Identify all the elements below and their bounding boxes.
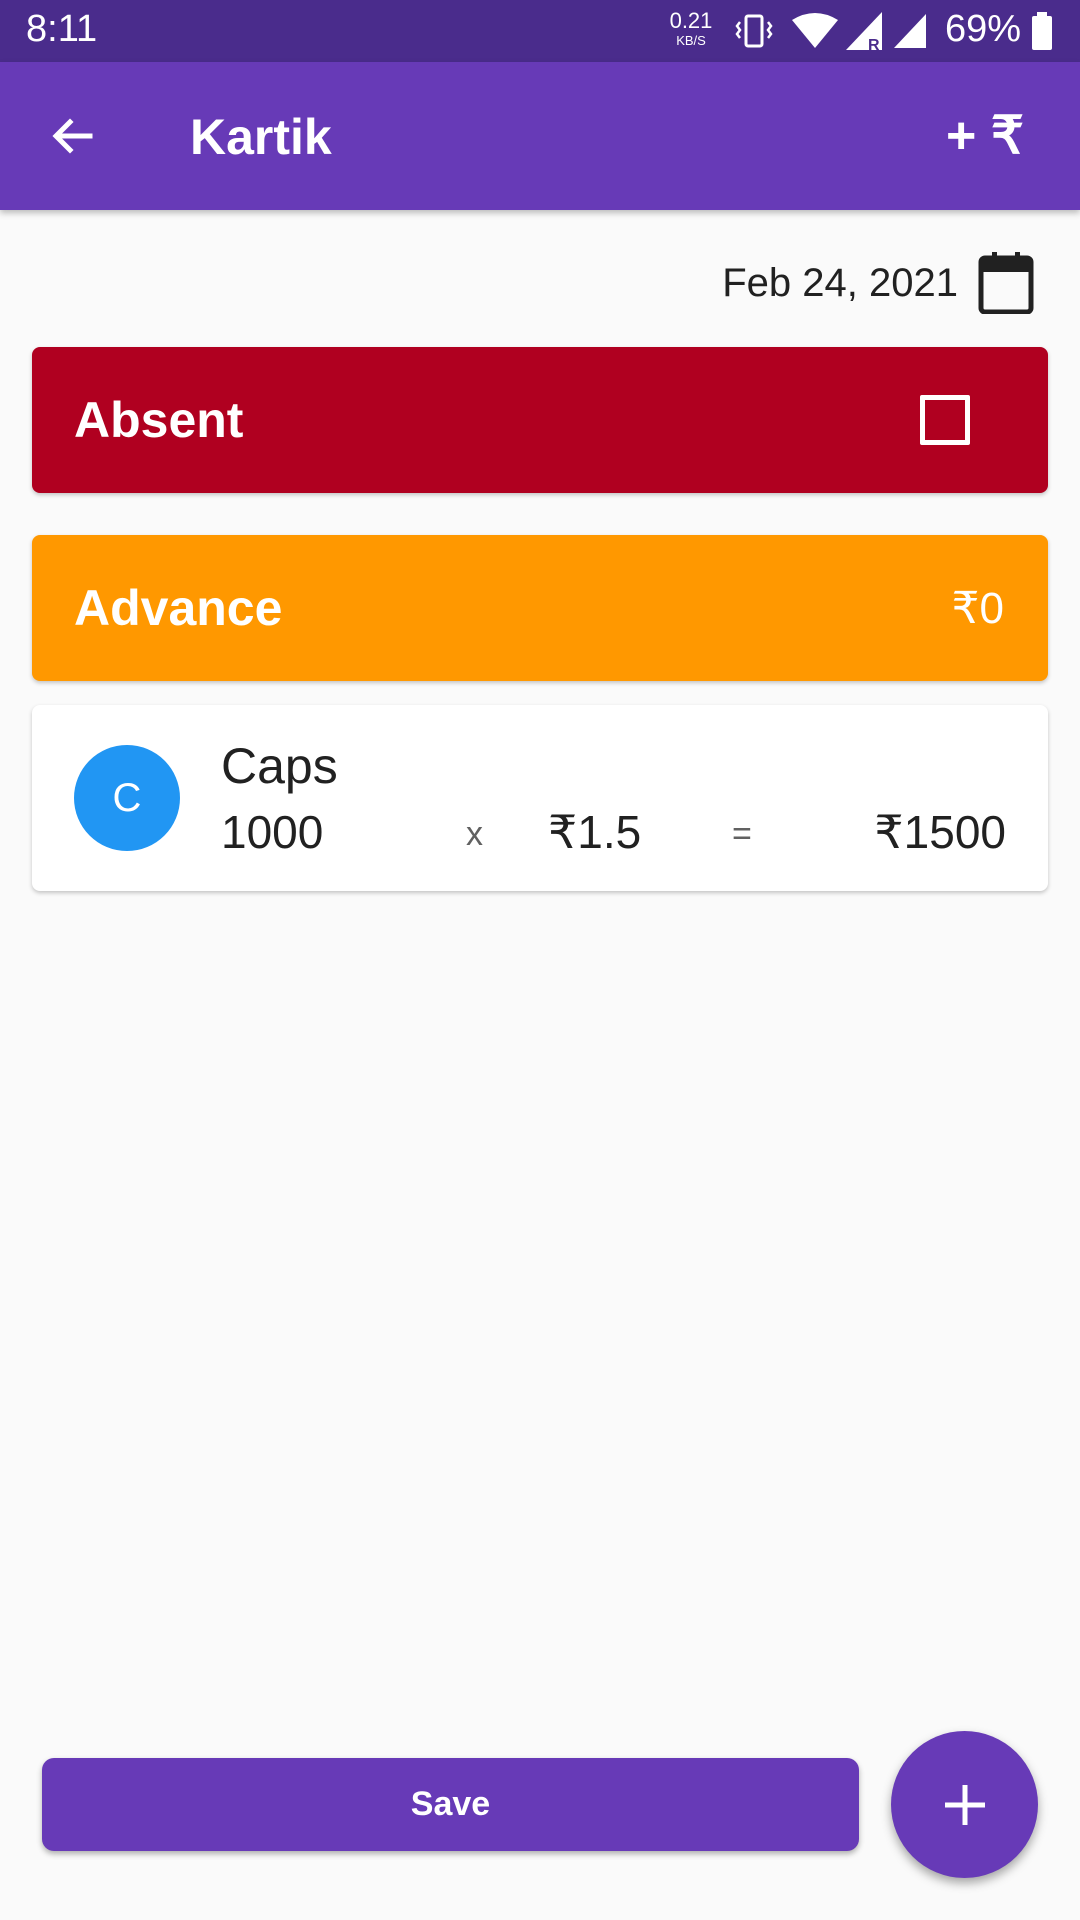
vibrate-icon <box>735 14 773 48</box>
avatar: C <box>74 745 180 851</box>
page-title: Kartik <box>190 109 332 165</box>
absent-card[interactable]: Absent <box>32 347 1048 493</box>
signal-icon <box>894 14 926 48</box>
absent-label: Absent <box>74 392 244 448</box>
status-bar: 8:11 0.21 KB/S R 69% <box>0 0 1080 62</box>
arrow-back-icon <box>52 118 93 154</box>
plus-icon <box>944 1784 985 1825</box>
calendar-icon[interactable] <box>978 252 1034 314</box>
advance-card[interactable]: Advance ₹0 <box>32 535 1048 681</box>
wifi-icon <box>792 13 838 48</box>
date-text: Feb 24, 2021 <box>722 260 958 305</box>
add-advance-button[interactable]: + ₹ <box>930 100 1040 172</box>
battery-icon <box>1032 12 1052 50</box>
advance-amount: ₹0 <box>951 584 1004 633</box>
add-advance-label: + ₹ <box>946 107 1024 165</box>
date-selector[interactable]: Feb 24, 2021 <box>722 250 1034 316</box>
item-rate: ₹1.5 <box>548 806 642 858</box>
net-speed-unit: KB/S <box>676 33 706 48</box>
item-total: ₹1500 <box>874 806 1006 858</box>
net-speed-value: 0.21 <box>669 8 713 33</box>
svg-text:R: R <box>868 37 880 52</box>
back-button[interactable] <box>36 100 108 172</box>
multiply-sign: x <box>466 815 483 853</box>
item-name: Caps <box>221 738 338 794</box>
avatar-letter: C <box>112 775 142 820</box>
app-bar: Kartik + ₹ <box>0 62 1080 210</box>
add-item-button[interactable] <box>891 1731 1038 1878</box>
equals-sign: = <box>732 815 752 853</box>
signal-roaming-icon: R <box>846 12 882 52</box>
battery-percent: 69% <box>945 8 1022 50</box>
advance-label: Advance <box>74 580 283 636</box>
save-button[interactable]: Save <box>42 1758 859 1851</box>
list-item[interactable]: C Caps 1000 x ₹1.5 = ₹1500 <box>32 705 1048 891</box>
save-label: Save <box>410 1785 491 1823</box>
net-speed-indicator: 0.21 KB/S <box>666 8 716 48</box>
status-time: 8:11 <box>26 8 98 50</box>
item-quantity: 1000 <box>221 806 324 858</box>
absent-checkbox[interactable] <box>920 395 970 445</box>
